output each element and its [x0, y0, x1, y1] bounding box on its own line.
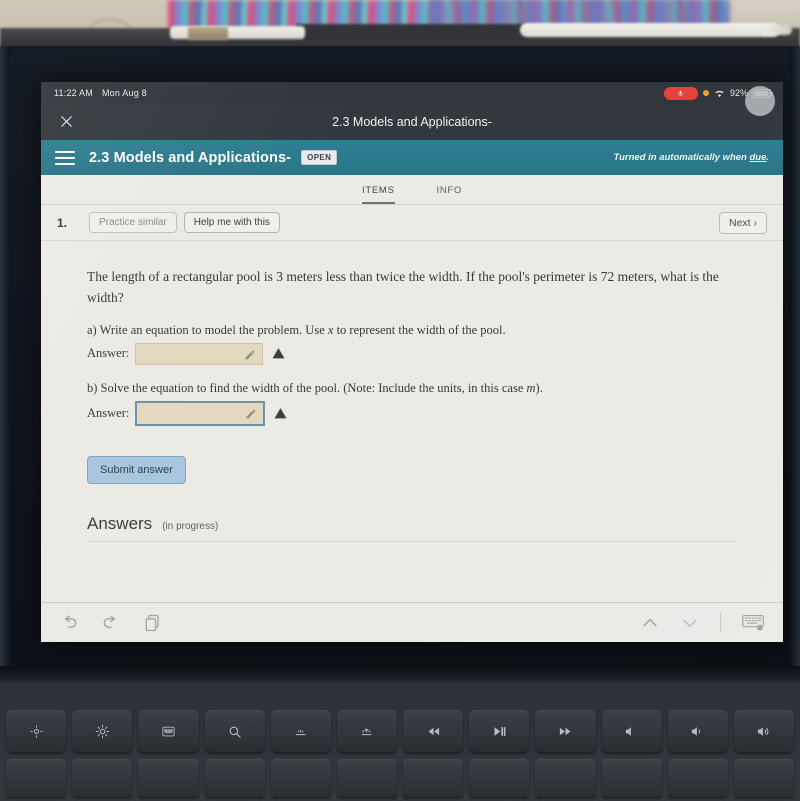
- submit-answer-button[interactable]: Submit answer: [87, 455, 186, 484]
- undo-arrow-icon[interactable]: [59, 613, 79, 633]
- spotlight-search-icon[interactable]: [204, 710, 265, 752]
- status-bar-date: Mon Aug 8: [101, 88, 147, 98]
- chevron-right-icon: ›: [753, 216, 758, 229]
- teal-header: 2.3 Models and Applications- OPEN Turned…: [41, 140, 783, 175]
- answer-row-b: Answer:: [87, 400, 737, 426]
- copy-paste-icon[interactable]: [143, 613, 163, 633]
- part-b-text-after: ).: [535, 380, 543, 395]
- brightness-down-icon[interactable]: [6, 710, 67, 752]
- part-a-text-after: to represent the width of the pool.: [333, 322, 506, 337]
- question-content: The length of a rectangular pool is 3 me…: [41, 241, 783, 542]
- assignment-title: 2.3 Models and Applications-: [89, 149, 292, 166]
- question-part-a: a) Write an equation to model the proble…: [87, 323, 737, 338]
- keyboard-key[interactable]: [667, 759, 728, 797]
- laptop-lid-right-edge: [790, 46, 800, 666]
- brightness-up-icon[interactable]: [72, 710, 133, 752]
- keyboard-backlight-up-icon[interactable]: [336, 710, 398, 752]
- photo-of-laptop-with-tablet: 11:22 AM Mon Aug 8 92% 2.3 Models and Ap…: [0, 0, 800, 801]
- keyboard-key[interactable]: [403, 759, 464, 797]
- tab-items[interactable]: ITEMS: [361, 185, 395, 204]
- app-bar: 2.3 Models and Applications-: [41, 86, 783, 140]
- next-button[interactable]: Next ›: [718, 211, 767, 234]
- close-x-icon[interactable]: [55, 110, 77, 132]
- turn-in-note-suffix: .: [766, 152, 769, 163]
- play-pause-icon[interactable]: [469, 710, 530, 752]
- answer-label-b: Answer:: [87, 405, 130, 420]
- keyboard-key[interactable]: [138, 759, 199, 797]
- question-part-b: b) Solve the equation to find the width …: [87, 381, 737, 396]
- hide-keyboard-icon[interactable]: [741, 613, 765, 633]
- turn-in-note-prefix: Turned in automatically when: [613, 152, 750, 163]
- answer-row-a: Answer:: [87, 342, 737, 365]
- status-badge: OPEN: [301, 150, 338, 165]
- tablet-screen: 11:22 AM Mon Aug 8 92% 2.3 Models and Ap…: [41, 82, 783, 642]
- status-bar: 11:22 AM Mon Aug 8 92%: [41, 82, 783, 104]
- keyboard-number-row: [0, 759, 800, 801]
- help-me-with-this-button[interactable]: Help me with this: [183, 212, 280, 233]
- laptop-lid-left-edge: [0, 46, 10, 666]
- volume-up-icon[interactable]: [733, 710, 795, 752]
- chevron-down-icon[interactable]: [680, 613, 700, 633]
- background-connector: [188, 27, 228, 40]
- tab-bar: ITEMS INFO: [41, 175, 783, 205]
- question-prompt: The length of a rectangular pool is 3 me…: [87, 269, 719, 305]
- status-bar-time: 11:22 AM: [54, 88, 93, 98]
- warning-triangle-icon: [272, 347, 285, 360]
- keyboard-function-row: [0, 707, 800, 755]
- background-apple-pencil-tip: [762, 25, 792, 35]
- tab-info[interactable]: INFO: [437, 185, 463, 204]
- mission-control-icon[interactable]: [138, 710, 199, 752]
- keyboard-backlight-down-icon[interactable]: [270, 710, 331, 752]
- answer-label-a: Answer:: [87, 346, 130, 361]
- question-toolbar: 1. Practice similar Help me with this Ne…: [41, 205, 783, 241]
- ipad-editing-toolbar: [41, 602, 783, 642]
- background-apple-pencil: [520, 23, 780, 37]
- assignment-page: ITEMS INFO 1. Practice similar Help me w…: [41, 175, 783, 642]
- turn-in-note: Turned in automatically when due.: [613, 152, 769, 163]
- answers-status: (in progress): [162, 520, 219, 532]
- answers-heading: Answers: [87, 513, 153, 533]
- laptop-hinge: [0, 666, 800, 682]
- due-link[interactable]: due: [749, 152, 766, 163]
- keyboard-key[interactable]: [733, 759, 795, 797]
- part-a-text-before: a) Write an equation to model the proble…: [87, 322, 328, 337]
- home-indicator-circle: [745, 86, 775, 116]
- toolbar-divider: [720, 612, 721, 633]
- app-bar-title: 2.3 Models and Applications-: [332, 115, 492, 129]
- answers-section-header: Answers (in progress): [87, 514, 737, 542]
- orange-privacy-dot-icon: [702, 90, 709, 96]
- keyboard-key[interactable]: [270, 759, 331, 797]
- keyboard-key[interactable]: [72, 759, 133, 797]
- keyboard-key[interactable]: [6, 759, 67, 797]
- pencil-edit-icon[interactable]: [245, 407, 257, 419]
- keyboard-key[interactable]: [469, 759, 530, 797]
- rewind-icon[interactable]: [403, 710, 464, 752]
- warning-triangle-icon: [274, 407, 287, 420]
- fast-forward-icon[interactable]: [535, 710, 596, 752]
- keyboard-key[interactable]: [601, 759, 662, 797]
- part-b-variable: m: [526, 380, 536, 395]
- keyboard-key[interactable]: [535, 759, 596, 797]
- answer-input-b[interactable]: [135, 400, 266, 426]
- mute-icon[interactable]: [601, 710, 662, 752]
- wifi-icon: [714, 89, 725, 98]
- keyboard-key[interactable]: [336, 759, 398, 797]
- practice-similar-button[interactable]: Practice similar: [89, 212, 177, 233]
- keyboard-key[interactable]: [204, 759, 265, 797]
- background-dark-strip: [296, 24, 528, 42]
- question-number: 1.: [57, 215, 68, 230]
- part-b-text-before: b) Solve the equation to find the width …: [87, 380, 527, 395]
- redo-arrow-icon[interactable]: [101, 613, 121, 633]
- next-button-label: Next: [728, 216, 751, 229]
- chevron-up-icon[interactable]: [640, 613, 660, 633]
- pencil-edit-icon[interactable]: [244, 348, 256, 360]
- microphone-recording-icon: [663, 86, 698, 100]
- volume-down-icon[interactable]: [667, 710, 728, 752]
- hamburger-menu-icon[interactable]: [55, 150, 75, 165]
- answer-input-a[interactable]: [135, 342, 264, 365]
